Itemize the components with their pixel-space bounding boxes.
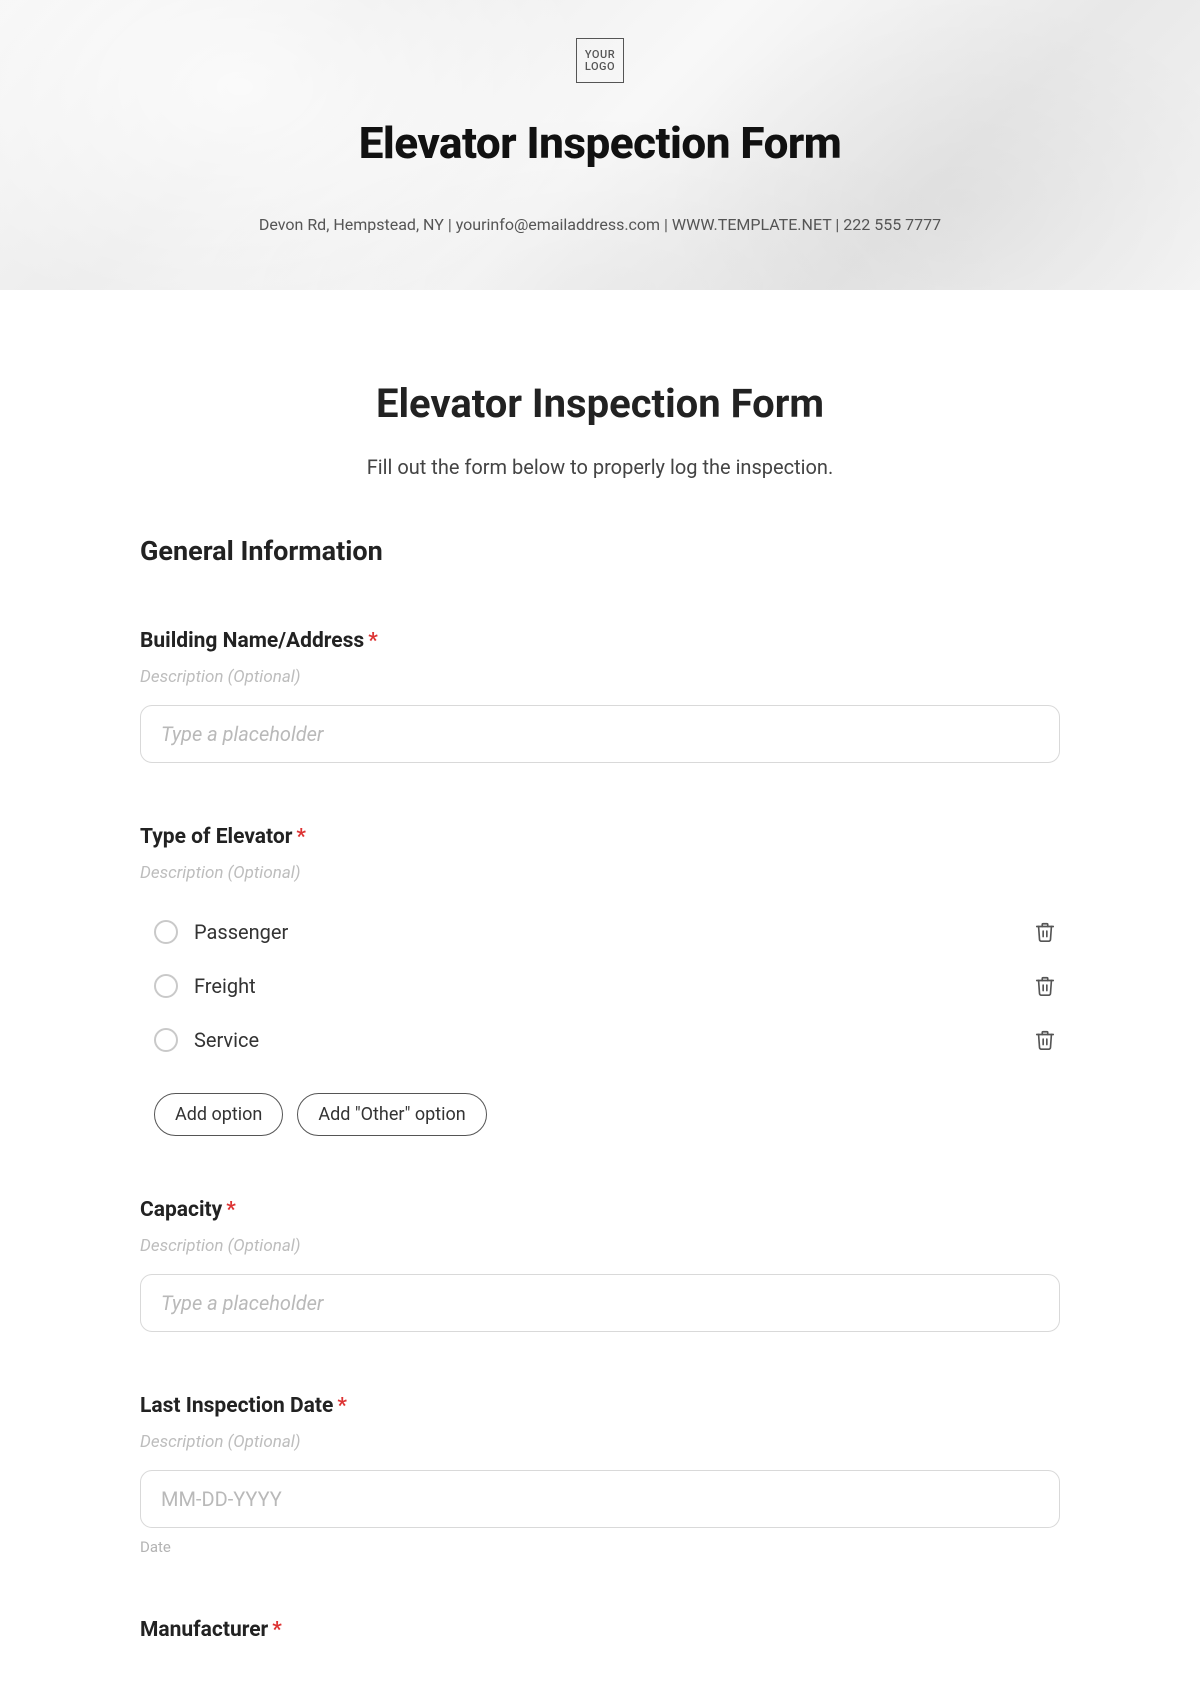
delete-option-button[interactable] — [1030, 917, 1060, 947]
date-helper-text: Date — [140, 1538, 1060, 1556]
trash-icon — [1034, 921, 1056, 943]
logo-placeholder: YOUR LOGO — [576, 38, 624, 83]
field-description-placeholder[interactable]: Description (Optional) — [140, 667, 1060, 687]
delete-option-button[interactable] — [1030, 971, 1060, 1001]
radio-option-service: Service — [140, 1013, 1060, 1067]
radio-button[interactable] — [154, 974, 178, 998]
hero-banner: YOUR LOGO Elevator Inspection Form Devon… — [0, 0, 1200, 290]
radio-label[interactable]: Passenger — [194, 920, 288, 944]
field-label: Capacity* — [140, 1198, 1060, 1222]
field-manufacturer: Manufacturer* — [140, 1618, 1060, 1642]
field-label: Type of Elevator* — [140, 825, 1060, 849]
field-building-name-address: Building Name/Address* Description (Opti… — [140, 629, 1060, 763]
capacity-input[interactable] — [140, 1274, 1060, 1332]
field-description-placeholder[interactable]: Description (Optional) — [140, 1236, 1060, 1256]
label-text: Type of Elevator — [140, 825, 292, 849]
label-text: Last Inspection Date — [140, 1394, 333, 1418]
trash-icon — [1034, 975, 1056, 997]
required-asterisk: * — [337, 1394, 347, 1418]
field-type-of-elevator: Type of Elevator* Description (Optional)… — [140, 825, 1060, 1136]
radio-label[interactable]: Freight — [194, 974, 256, 998]
field-label: Manufacturer* — [140, 1618, 1060, 1642]
label-text: Capacity — [140, 1198, 222, 1222]
form-title: Elevator Inspection Form — [140, 380, 1060, 427]
delete-option-button[interactable] — [1030, 1025, 1060, 1055]
last-inspection-date-input[interactable] — [140, 1470, 1060, 1528]
hero-contact-line: Devon Rd, Hempstead, NY | yourinfo@email… — [0, 215, 1200, 234]
required-asterisk: * — [368, 629, 378, 653]
required-asterisk: * — [272, 1618, 282, 1642]
hero-title: Elevator Inspection Form — [0, 117, 1200, 169]
form-page: Elevator Inspection Form Fill out the fo… — [120, 290, 1080, 1702]
field-description-placeholder[interactable]: Description (Optional) — [140, 1432, 1060, 1452]
required-asterisk: * — [226, 1198, 236, 1222]
radio-option-passenger: Passenger — [140, 905, 1060, 959]
form-subtitle: Fill out the form below to properly log … — [140, 455, 1060, 479]
label-text: Manufacturer — [140, 1618, 268, 1642]
building-input[interactable] — [140, 705, 1060, 763]
trash-icon — [1034, 1029, 1056, 1051]
logo-line-1: YOUR — [585, 49, 615, 61]
logo-line-2: LOGO — [585, 61, 615, 73]
radio-label[interactable]: Service — [194, 1028, 259, 1052]
field-last-inspection-date: Last Inspection Date* Description (Optio… — [140, 1394, 1060, 1556]
section-general-information: General Information — [140, 535, 1060, 567]
radio-button[interactable] — [154, 1028, 178, 1052]
add-other-option-button[interactable]: Add "Other" option — [297, 1093, 486, 1136]
radio-button[interactable] — [154, 920, 178, 944]
required-asterisk: * — [296, 825, 306, 849]
field-description-placeholder[interactable]: Description (Optional) — [140, 863, 1060, 883]
field-label: Building Name/Address* — [140, 629, 1060, 653]
option-buttons-row: Add option Add "Other" option — [140, 1093, 1060, 1136]
field-label: Last Inspection Date* — [140, 1394, 1060, 1418]
field-capacity: Capacity* Description (Optional) — [140, 1198, 1060, 1332]
add-option-button[interactable]: Add option — [154, 1093, 283, 1136]
radio-option-freight: Freight — [140, 959, 1060, 1013]
label-text: Building Name/Address — [140, 629, 364, 653]
elevator-type-options: Passenger Freight Service — [140, 905, 1060, 1067]
